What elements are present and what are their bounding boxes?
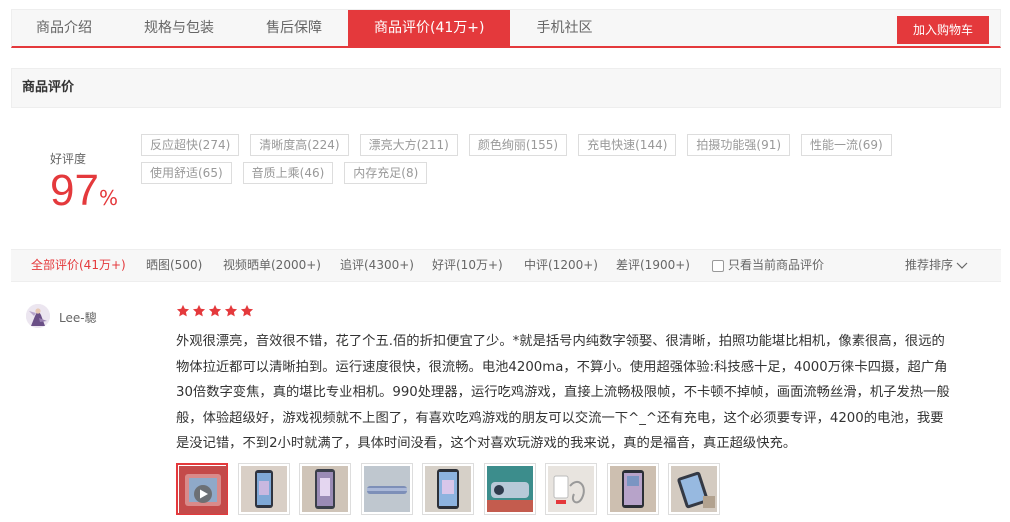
only-current-checkbox[interactable] xyxy=(712,259,724,272)
filter-video-reviews[interactable]: 视频晒单(2000+) xyxy=(223,250,321,281)
tab-product-intro[interactable]: 商品介绍 xyxy=(12,10,118,47)
tab-phone-community[interactable]: 手机社区 xyxy=(510,10,618,47)
filter-follow-up-reviews[interactable]: 追评(4300+) xyxy=(340,250,414,281)
review-photo-thumbnail[interactable] xyxy=(668,463,720,515)
filter-neutral-reviews[interactable]: 中评(1200+) xyxy=(524,250,598,281)
tab-after-sales[interactable]: 售后保障 xyxy=(240,10,348,47)
review-tag[interactable]: 拍摄功能强(91) xyxy=(687,134,791,156)
star-icon xyxy=(208,304,222,317)
review-video-thumbnail[interactable] xyxy=(176,463,228,515)
review-tag[interactable]: 反应超快(274) xyxy=(141,134,240,156)
review-photo-thumbnail[interactable] xyxy=(483,463,536,515)
star-icon xyxy=(192,304,206,317)
positive-rate-value: 97% xyxy=(50,166,118,216)
review-tag[interactable]: 漂亮大方(211) xyxy=(359,134,458,156)
review-photo-thumbnail[interactable] xyxy=(299,463,351,515)
review-media-thumbnails xyxy=(176,463,730,515)
review-text-line: 是没记错，不到2小时就满了，具体时间没看，这个对喜欢玩游戏的我来说，真的是福音，… xyxy=(176,436,797,451)
review-text-line: 般，体验超级好，游戏视频就不上图了，有喜欢吃鸡游戏的朋友可以交流一下^_^还有充… xyxy=(176,410,944,426)
filter-positive-reviews[interactable]: 好评(10万+) xyxy=(432,250,503,281)
review-tag[interactable]: 使用舒适(65) xyxy=(141,162,232,184)
review-tag[interactable]: 性能一流(69) xyxy=(801,134,892,156)
review-photo-thumbnail[interactable] xyxy=(360,463,413,515)
review-text-line: 物体拉近都可以清晰拍到。运行速度很快，很流畅。电池4200ma，不算小。使用超强… xyxy=(176,359,948,375)
filter-all-reviews[interactable]: 全部评价(41万+) xyxy=(31,250,126,281)
tab-product-reviews[interactable]: 商品评价(41万+) xyxy=(348,10,511,47)
positive-rate-unit: % xyxy=(98,186,118,210)
star-icon xyxy=(240,304,254,317)
only-current-label: 只看当前商品评价 xyxy=(728,258,825,272)
review-filter-bar: 全部评价(41万+) 晒图(500) 视频晒单(2000+) 追评(4300+)… xyxy=(11,249,1001,282)
star-icon xyxy=(224,304,238,317)
review-tag[interactable]: 清晰度高(224) xyxy=(250,134,349,156)
review-tag[interactable]: 音质上乘(46) xyxy=(242,162,334,184)
review-photo-thumbnail[interactable] xyxy=(545,463,597,515)
review-text-line: 外观很漂亮，音效很不错，花了个五.佰的折扣便宜了少。*就是括号内纯数字领娶、很清… xyxy=(176,334,945,349)
filter-negative-reviews[interactable]: 差评(1900+) xyxy=(616,250,690,281)
review-tag[interactable]: 颜色绚丽(155) xyxy=(468,134,568,156)
reviewer-name: Lee-驄 xyxy=(59,311,97,325)
review-star-rating xyxy=(176,304,256,318)
positive-rate-label: 好评度 xyxy=(50,152,87,166)
sort-dropdown[interactable]: 推荐排序 xyxy=(905,250,968,281)
review-tag[interactable]: 充电快速(144) xyxy=(578,134,677,156)
product-tab-bar: 商品介绍 规格与包装 售后保障 商品评价(41万+) 手机社区 加入购物车 xyxy=(11,9,1001,48)
tab-specs-packaging[interactable]: 规格与包装 xyxy=(118,10,240,47)
review-photo-thumbnail[interactable] xyxy=(606,463,659,515)
review-photo-thumbnail[interactable] xyxy=(422,463,474,515)
filter-photo-reviews[interactable]: 晒图(500) xyxy=(146,250,202,281)
avatar xyxy=(26,304,50,328)
sort-label: 推荐排序 xyxy=(905,258,954,272)
section-title: 商品评价 xyxy=(11,68,1001,108)
review-text-line: 30倍数字变焦，真的堪比专业相机。990处理器，运行吃鸡游戏，直接上流畅极限帧，… xyxy=(176,385,950,400)
review-tag-list: 反应超快(274) 清晰度高(224) 漂亮大方(211) 颜色绚丽(155) … xyxy=(141,134,931,190)
star-icon xyxy=(176,304,190,317)
review-text: 外观很漂亮，音效很不错，花了个五.佰的折扣便宜了少。*就是括号内纯数字领娶、很清… xyxy=(176,329,992,457)
chevron-down-icon xyxy=(956,262,968,269)
review-tag[interactable]: 内存充足(8) xyxy=(344,162,428,184)
review-photo-thumbnail[interactable] xyxy=(237,463,290,515)
add-to-cart-button[interactable]: 加入购物车 xyxy=(897,16,989,44)
only-current-product-toggle[interactable]: 只看当前商品评价 xyxy=(712,250,824,281)
positive-rate-number: 97 xyxy=(50,166,99,215)
